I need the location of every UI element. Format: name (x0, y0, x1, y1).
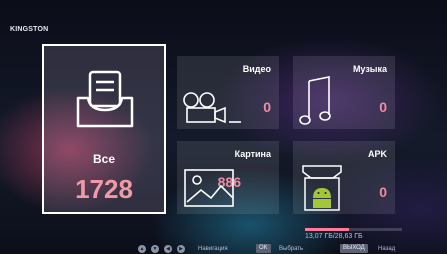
tile-video-count: 0 (263, 99, 271, 115)
tile-video-label: Видео (242, 64, 271, 74)
down-arrow-icon: ▼ (151, 245, 159, 253)
tile-apk-label: APK (367, 149, 387, 159)
right-arrow-icon: ▶ (177, 245, 185, 253)
tile-all-label: Все (92, 152, 115, 166)
android-package-icon (302, 165, 342, 211)
tile-picture-label: Картина (234, 149, 271, 159)
tile-video[interactable]: Видео 0 (177, 56, 279, 129)
storage-progress-bar (305, 228, 402, 231)
ok-key-badge: OK (256, 244, 271, 253)
nav-hint-label: Навигация (198, 246, 228, 252)
tile-all[interactable]: Все 1728 (42, 44, 166, 214)
media-browser-screen: KINGSTON Все 1728 Видео 0 Музыка 0 Карти… (0, 0, 447, 254)
left-arrow-icon: ◀ (164, 245, 172, 253)
tile-music[interactable]: Музыка 0 (293, 56, 395, 129)
up-arrow-icon: ▲ (138, 245, 146, 253)
footer-hint-bar: ▲ ▼ ◀ ▶ Навигация OK Выбрать ВЫХОД Назад (0, 244, 447, 254)
device-title: KINGSTON (10, 26, 49, 33)
music-note-icon (299, 76, 331, 125)
tile-music-count: 0 (379, 99, 387, 115)
tile-apk-count: 0 (379, 184, 387, 200)
folder-stack-icon (76, 70, 134, 128)
exit-key-badge: ВЫХОД (340, 244, 368, 253)
image-icon (184, 169, 234, 207)
tile-music-label: Музыка (352, 64, 387, 74)
storage-usage-text: 13,07 ГБ/28,63 ГБ (305, 233, 363, 240)
ok-hint-label: Выбрать (279, 246, 304, 252)
storage-progress-fill (305, 228, 350, 231)
tile-apk[interactable]: APK 0 (293, 141, 395, 214)
tile-all-count: 1728 (75, 174, 133, 204)
video-camera-icon (183, 92, 241, 123)
exit-hint-label: Назад (378, 246, 396, 252)
tile-picture[interactable]: Картина 886 (177, 141, 279, 214)
